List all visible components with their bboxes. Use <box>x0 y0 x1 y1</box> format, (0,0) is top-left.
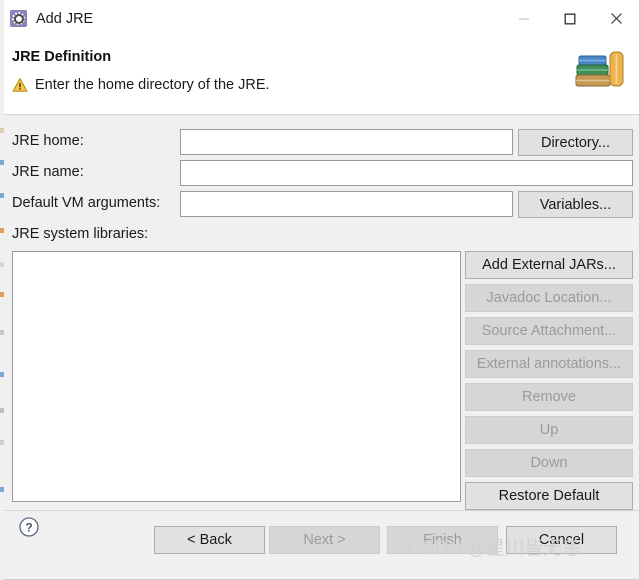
up-button: Up <box>465 416 633 444</box>
svg-text:?: ? <box>25 520 32 534</box>
source-attachment-button: Source Attachment... <box>465 317 633 345</box>
window-controls <box>501 0 639 37</box>
jre-home-input[interactable] <box>180 129 513 155</box>
dialog-footer: ? < Back Next > Finish Cancel <box>4 510 639 579</box>
external-annotations-button: External annotations... <box>465 350 633 378</box>
help-icon[interactable]: ? <box>18 516 40 538</box>
minimize-icon[interactable] <box>501 0 547 37</box>
jre-name-label: JRE name: <box>12 164 84 180</box>
status-message-row: Enter the home directory of the JRE. <box>12 77 270 93</box>
jre-home-label: JRE home: <box>12 133 84 149</box>
window-title: Add JRE <box>36 10 94 27</box>
dialog-header: JRE Definition Enter the home directory … <box>4 37 639 115</box>
add-jre-dialog: Add JRE JRE Definition Enter the home di… <box>4 0 640 580</box>
system-libraries-label: JRE system libraries: <box>12 226 149 242</box>
system-libraries-list[interactable] <box>12 251 461 502</box>
next-button: Next > <box>269 526 380 554</box>
dialog-body: JRE home: Directory... JRE name: Default… <box>4 115 639 510</box>
title-bar: Add JRE <box>4 0 639 37</box>
status-message: Enter the home directory of the JRE. <box>35 77 270 93</box>
books-icon <box>571 39 633 101</box>
down-button: Down <box>465 449 633 477</box>
close-icon[interactable] <box>593 0 639 37</box>
vm-arguments-input[interactable] <box>180 191 513 217</box>
vm-arguments-label: Default VM arguments: <box>12 195 161 211</box>
page-title: JRE Definition <box>12 49 112 65</box>
gear-icon <box>10 10 27 27</box>
remove-button: Remove <box>465 383 633 411</box>
finish-button: Finish <box>387 526 498 554</box>
jre-name-input[interactable] <box>180 160 633 186</box>
directory-button[interactable]: Directory... <box>518 129 633 156</box>
cancel-button[interactable]: Cancel <box>506 526 617 554</box>
back-button[interactable]: < Back <box>154 526 265 554</box>
variables-button[interactable]: Variables... <box>518 191 633 218</box>
add-external-jars-button[interactable]: Add External JARs... <box>465 251 633 279</box>
restore-default-button[interactable]: Restore Default <box>465 482 633 510</box>
javadoc-location-button: Javadoc Location... <box>465 284 633 312</box>
warning-icon <box>12 78 28 92</box>
maximize-icon[interactable] <box>547 0 593 37</box>
